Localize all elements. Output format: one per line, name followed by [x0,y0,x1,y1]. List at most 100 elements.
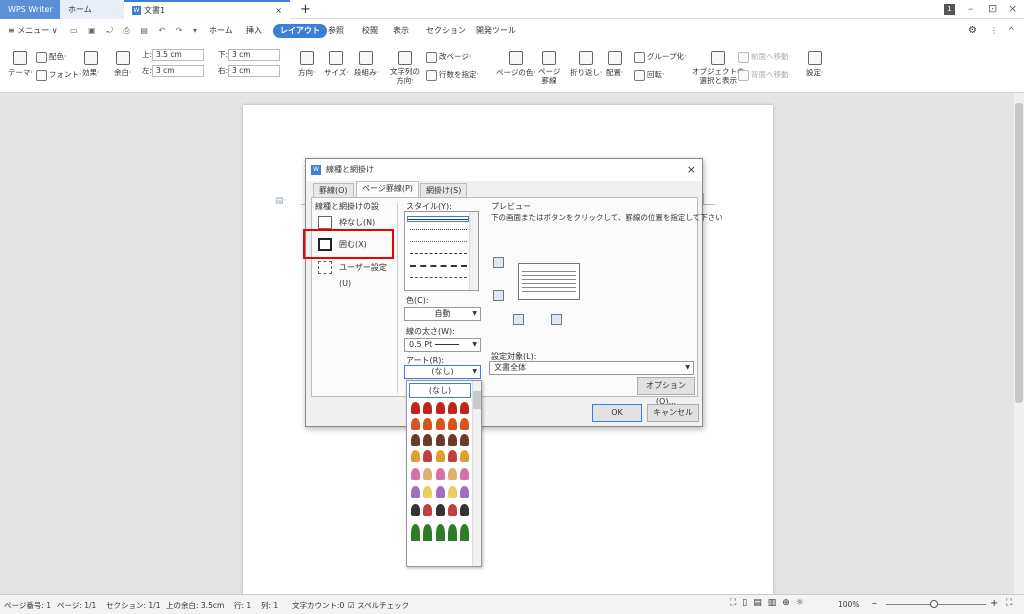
style-option-solid[interactable] [407,216,469,222]
menu-layout[interactable]: レイアウト [273,24,327,38]
size-button[interactable]: サイズ· [324,51,349,78]
art-option-none[interactable]: (なし) [409,383,471,398]
zoom-slider-handle[interactable] [930,600,938,608]
style-list-scrollbar[interactable] [469,212,478,290]
bottom-margin-field[interactable]: 下: 3 cm [218,49,281,61]
top-border-toggle[interactable] [493,257,504,268]
style-option-dotted[interactable] [410,229,467,230]
restore-button[interactable]: ⊡ [988,2,997,15]
cancel-button[interactable]: キャンセル [647,404,699,422]
width-combo[interactable]: 0.5 Pt ▼ [404,338,481,352]
art-option-trees[interactable] [411,524,469,542]
dialog-close-icon[interactable]: × [687,159,696,181]
columns-button[interactable]: 段組み· [354,51,379,78]
scrollbar-thumb[interactable] [473,391,481,409]
art-list-scrollbar[interactable] [472,381,481,566]
close-tab-icon[interactable]: × [275,2,282,19]
right-margin-field[interactable]: 右: 3 cm [218,65,281,77]
wrap-button[interactable]: 折り返し· [570,51,602,78]
bottom-border-toggle[interactable] [493,290,504,301]
theme-button[interactable]: テーマ· [8,51,33,78]
zoom-level[interactable]: 100% [838,600,859,609]
style-option-dashed[interactable] [410,253,467,254]
bottom-margin-input[interactable]: 3 cm [228,49,281,61]
ok-button[interactable]: OK [592,404,642,422]
menu-home[interactable]: ホーム [209,24,233,38]
spell-check[interactable]: ☑ スペルチェック [348,600,409,611]
fonts-button[interactable]: フォント· [36,69,81,81]
apply-to-combo[interactable]: 文書全体 ▼ [489,361,694,375]
more-icon[interactable]: ⋮ [990,24,998,38]
margin-button[interactable]: 余白· [114,51,131,78]
left-border-toggle[interactable] [513,314,524,325]
align-button[interactable]: 配置· [606,51,623,78]
view-mode-icons[interactable]: ⛶▯▤▥⊕☼ [730,598,810,608]
tab-page-border[interactable]: ページ罫線(P) [356,181,419,198]
art-option-ice-cream[interactable] [411,468,469,482]
options-button[interactable]: オプション(O)... [637,377,695,406]
zoom-in-button[interactable]: + [990,598,998,609]
style-option-dash-dot[interactable] [410,277,467,278]
bring-forward-icon [738,51,749,63]
effects-button[interactable]: 効果· [82,51,99,78]
line-style-list[interactable] [404,211,479,291]
right-margin-input[interactable]: 3 cm [228,65,281,77]
page-break-button[interactable]: 改ページ· [426,51,471,63]
menu-review[interactable]: 校閲 [362,24,378,38]
art-option-orange-lamps[interactable] [411,418,469,432]
minimize-button[interactable]: – [968,2,974,15]
colors-button[interactable]: 配色· [36,51,66,63]
art-option-candles[interactable] [411,486,469,500]
style-option-long-dash[interactable] [410,265,467,267]
word-count[interactable]: 文字カウント:0 [292,600,344,611]
bring-forward-button[interactable]: 前面へ移動· [738,51,791,63]
left-margin-input[interactable]: 3 cm [152,65,205,77]
art-dropdown-list[interactable]: (なし) [406,380,482,567]
page-border-button[interactable]: ページ 罫線 [538,51,560,85]
text-direction-button[interactable]: 文字列の 方向· [390,51,420,85]
tab-borders[interactable]: 罫線(O) [313,183,354,198]
right-border-toggle[interactable] [551,314,562,325]
style-option-fine-dotted[interactable] [410,241,467,242]
menu-developer[interactable]: 開発ツール [476,24,516,38]
spell-check-label: スペルチェック [357,601,410,610]
left-margin-field[interactable]: 左: 3 cm [142,65,205,77]
selection-pane-button[interactable]: オブジェクトの 選択と表示 [692,51,745,85]
art-option-red-balloons[interactable] [411,402,469,416]
menu-section[interactable]: セクション [426,24,466,38]
zoom-out-button[interactable]: – [872,598,877,609]
color-combo[interactable]: 自動 ▼ [404,307,481,321]
tab-shading[interactable]: 網掛け(S) [420,183,468,198]
top-margin-input[interactable]: 3.5 cm [152,49,205,61]
line-numbers-button[interactable]: 行数を指定· [426,69,479,81]
fullscreen-icon[interactable]: ⛶ [1006,598,1012,608]
notification-badge[interactable]: 1 [944,4,955,15]
collapse-ribbon-icon[interactable]: ^ [1008,24,1015,38]
group-button[interactable]: グループ化· [634,51,686,63]
setting-custom-option[interactable]: ユーザー設定(U) [315,260,393,288]
quick-access-icons[interactable]: ▭ ▣ ⤾ ⎙ ▤ ↶ ↷ ▾ [70,24,201,38]
border-preview[interactable] [518,263,580,300]
send-backward-button[interactable]: 背面へ移動· [738,69,791,81]
main-menu[interactable]: ≡ メニュー ∨ [8,24,58,38]
scrollbar-thumb[interactable] [1015,103,1023,403]
menu-view[interactable]: 表示 [393,24,409,38]
document-tab[interactable]: W 文書1 × [124,0,290,19]
orientation-button[interactable]: 方向· [298,51,315,78]
new-tab-button[interactable]: + [300,0,311,19]
rotate-button[interactable]: 回転· [634,69,664,81]
close-window-button[interactable]: × [1008,2,1017,15]
menu-references[interactable]: 参照 [328,24,344,38]
page-color-button[interactable]: ページの色· [496,51,536,78]
art-option-cakes[interactable] [411,434,469,448]
art-option-birds[interactable] [411,504,469,518]
art-combo[interactable]: (なし) ▼ [404,365,481,379]
top-margin-field[interactable]: 上: 3.5 cm [142,49,205,61]
vertical-scrollbar[interactable] [1014,93,1024,594]
menu-insert[interactable]: 挿入 [246,24,262,38]
app-tab[interactable]: WPS Writer [0,0,60,19]
settings-button[interactable]: 設定· [806,51,823,78]
gear-icon[interactable]: ⚙ [968,24,977,38]
home-tab[interactable]: ホーム [60,0,124,19]
art-option-sweets[interactable] [411,450,469,464]
